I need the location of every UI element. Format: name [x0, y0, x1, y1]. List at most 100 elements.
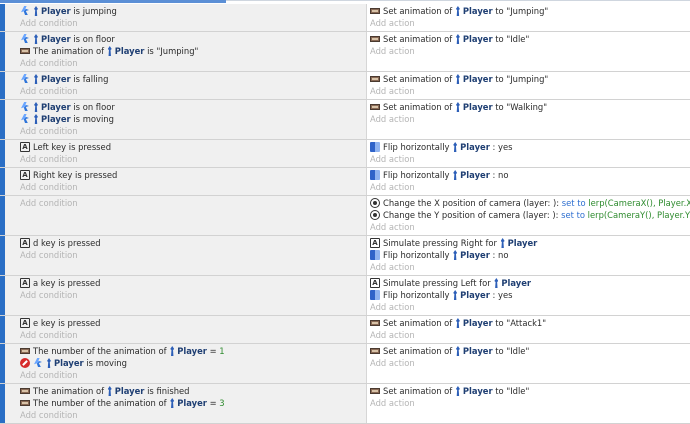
actions-column[interactable]: Set animation of Player to "Idle" Add act… [367, 344, 690, 383]
actions-column[interactable]: Set animation of Player to "Jumping" Add … [367, 72, 690, 99]
conditions-column[interactable]: e key is pressedAdd condition [5, 316, 366, 343]
add-condition-link[interactable]: Add condition [5, 17, 366, 29]
action[interactable]: Set animation of Player to "Attack1" [367, 317, 690, 329]
event-block[interactable]: Player is on floor The animation of Playe… [0, 32, 690, 72]
actions-column[interactable]: Flip horizontally Player : no Add action [367, 168, 690, 195]
add-action-link[interactable]: Add action [367, 301, 690, 313]
action[interactable]: Set animation of Player to "Idle" [367, 345, 690, 357]
object-name[interactable]: Player [508, 238, 538, 248]
action[interactable]: Flip horizontally Player : yes [367, 289, 690, 301]
actions-column[interactable]: Simulate pressing Right for PlayerFlip h… [367, 236, 690, 275]
condition[interactable]: Player is on floor [5, 101, 366, 113]
event-block[interactable]: Player is on floor Player is moving Add co… [0, 100, 690, 140]
condition[interactable]: Player is jumping [5, 5, 366, 17]
object-name[interactable]: Player [41, 114, 71, 124]
add-action-link[interactable]: Add action [367, 357, 690, 369]
action[interactable]: Set animation of Player to "Idle" [367, 33, 690, 45]
condition[interactable]: Player is falling [5, 73, 366, 85]
add-action-link[interactable]: Add action [367, 85, 690, 97]
add-condition-link[interactable]: Add condition [5, 249, 366, 261]
condition[interactable]: e key is pressed [5, 317, 366, 329]
add-action-link[interactable]: Add action [367, 181, 690, 193]
object-name[interactable]: Player [463, 102, 493, 112]
object-name[interactable]: Player [177, 398, 207, 408]
event-block[interactable]: Left key is pressedAdd conditionFlip hor… [0, 140, 690, 168]
object-name[interactable]: Player [463, 386, 493, 396]
condition[interactable]: The number of the animation of Player = … [5, 397, 366, 409]
object-name[interactable]: Player [41, 74, 71, 84]
condition[interactable]: Left key is pressed [5, 141, 366, 153]
object-name[interactable]: Player [177, 346, 207, 356]
object-name[interactable]: Player [463, 318, 493, 328]
condition[interactable]: d key is pressed [5, 237, 366, 249]
actions-column[interactable]: Set animation of Player to "Jumping" Add … [367, 4, 690, 31]
conditions-column[interactable]: Add condition [5, 196, 366, 235]
actions-column[interactable]: Simulate pressing Left for PlayerFlip ho… [367, 276, 690, 315]
event-block[interactable]: Right key is pressedAdd conditionFlip ho… [0, 168, 690, 196]
add-action-link[interactable]: Add action [367, 397, 690, 409]
actions-column[interactable]: Set animation of Player to "Attack1" Add … [367, 316, 690, 343]
conditions-column[interactable]: Right key is pressedAdd condition [5, 168, 366, 195]
object-name[interactable]: Player [115, 46, 145, 56]
object-name[interactable]: Player [460, 170, 490, 180]
condition[interactable]: Player is moving [5, 113, 366, 125]
object-name[interactable]: Player [115, 386, 145, 396]
conditions-column[interactable]: The animation of Player is finished The n… [5, 384, 366, 423]
event-block[interactable]: The animation of Player is finished The n… [0, 384, 690, 424]
object-name[interactable]: Player [463, 74, 493, 84]
event-block[interactable]: e key is pressedAdd conditionSet animati… [0, 316, 690, 344]
add-condition-link[interactable]: Add condition [5, 57, 366, 69]
conditions-column[interactable]: Player is jumping Add condition [5, 4, 366, 31]
conditions-column[interactable]: Left key is pressedAdd condition [5, 140, 366, 167]
actions-column[interactable]: Set animation of Player to "Idle" Add act… [367, 32, 690, 71]
actions-column[interactable]: Set animation of Player to "Walking" Add … [367, 100, 690, 139]
add-action-link[interactable]: Add action [367, 329, 690, 341]
add-action-link[interactable]: Add action [367, 221, 690, 233]
action[interactable]: Change the Y position of camera (layer: … [367, 209, 690, 221]
condition[interactable]: The animation of Player is finished [5, 385, 366, 397]
add-action-link[interactable]: Add action [367, 153, 690, 165]
add-condition-link[interactable]: Add condition [5, 153, 366, 165]
add-condition-link[interactable]: Add condition [5, 181, 366, 193]
object-name[interactable]: Player [41, 102, 71, 112]
actions-column[interactable]: Flip horizontally Player : yes Add action [367, 140, 690, 167]
add-action-link[interactable]: Add action [367, 261, 690, 273]
add-condition-link[interactable]: Add condition [5, 289, 366, 301]
add-condition-link[interactable]: Add condition [5, 369, 366, 381]
event-block[interactable]: a key is pressedAdd conditionSimulate pr… [0, 276, 690, 316]
object-name[interactable]: Player [460, 250, 490, 260]
condition[interactable]: Player is on floor [5, 33, 366, 45]
condition[interactable]: Player is moving [5, 357, 366, 369]
action[interactable]: Flip horizontally Player : no [367, 249, 690, 261]
actions-column[interactable]: Change the X position of camera (layer: … [367, 196, 690, 235]
object-name[interactable]: Player [463, 34, 493, 44]
object-name[interactable]: Player [463, 346, 493, 356]
condition[interactable]: The animation of Player is "Jumping" [5, 45, 366, 57]
action[interactable]: Flip horizontally Player : yes [367, 141, 690, 153]
conditions-column[interactable]: a key is pressedAdd condition [5, 276, 366, 315]
object-name[interactable]: Player [463, 6, 493, 16]
action[interactable]: Set animation of Player to "Idle" [367, 385, 690, 397]
object-name[interactable]: Player [460, 290, 490, 300]
event-block[interactable]: Player is falling Add condition Set animat… [0, 72, 690, 100]
add-condition-link[interactable]: Add condition [5, 125, 366, 137]
add-action-link[interactable]: Add action [367, 45, 690, 57]
condition[interactable]: a key is pressed [5, 277, 366, 289]
object-name[interactable]: Player [501, 278, 531, 288]
event-block[interactable]: Add condition Change the X position of ca… [0, 196, 690, 236]
action[interactable]: Set animation of Player to "Jumping" [367, 5, 690, 17]
event-block[interactable]: The number of the animation of Player = … [0, 344, 690, 384]
condition[interactable]: The number of the animation of Player = … [5, 345, 366, 357]
object-name[interactable]: Player [460, 142, 490, 152]
conditions-column[interactable]: Player is on floor The animation of Playe… [5, 32, 366, 71]
add-action-link[interactable]: Add action [367, 17, 690, 29]
conditions-column[interactable]: Player is on floor Player is moving Add co… [5, 100, 366, 139]
conditions-column[interactable]: The number of the animation of Player = … [5, 344, 366, 383]
action[interactable]: Simulate pressing Right for Player [367, 237, 690, 249]
object-name[interactable]: Player [41, 6, 71, 16]
add-condition-link[interactable]: Add condition [5, 85, 366, 97]
add-action-link[interactable]: Add action [367, 113, 690, 125]
conditions-column[interactable]: Player is falling Add condition [5, 72, 366, 99]
event-block[interactable]: Player is jumping Add condition Set animat… [0, 4, 690, 32]
action[interactable]: Change the X position of camera (layer: … [367, 197, 690, 209]
